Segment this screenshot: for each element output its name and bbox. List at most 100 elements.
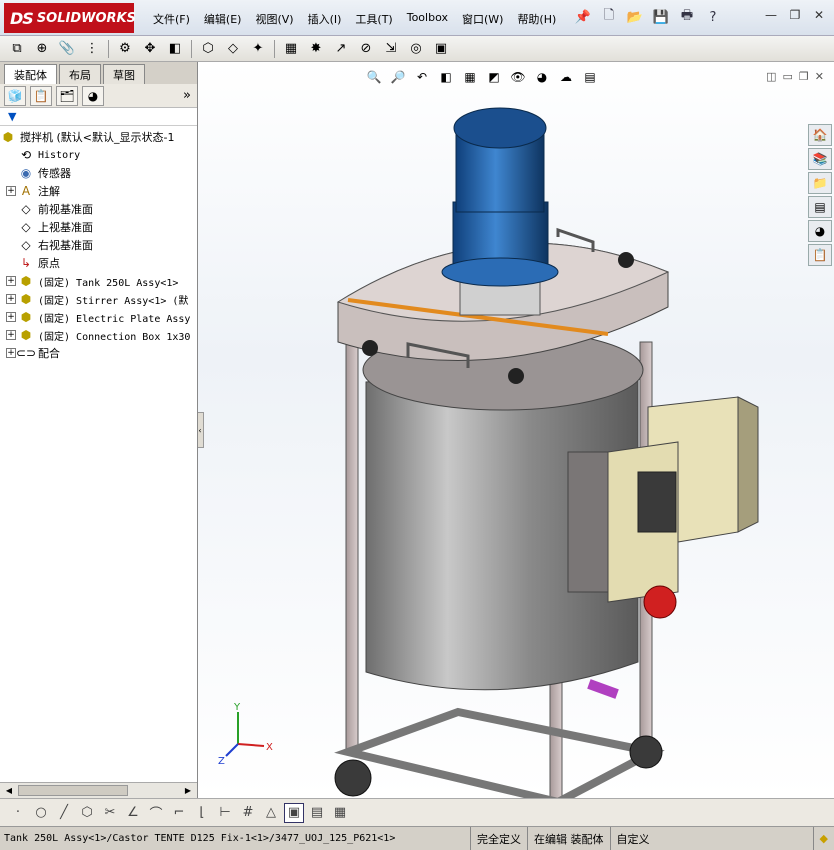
assembly-features-icon[interactable]: ⬡ — [197, 39, 219, 59]
menu-edit[interactable]: 编辑(E) — [197, 9, 249, 29]
plane-icon: ◇ — [21, 238, 31, 252]
tree-item[interactable]: ◇ 上视基准面 — [0, 218, 197, 236]
print-icon[interactable]: 🖶 — [676, 6, 698, 28]
property-manager-icon[interactable]: 📋 — [30, 85, 52, 106]
scroll-left-icon[interactable]: ◀ — [2, 785, 16, 796]
mixer-3d-model[interactable]: Y X Z — [198, 62, 834, 798]
tree-root[interactable]: ⬢ 搅拌机 (默认<默认_显示状态-1 — [0, 128, 197, 146]
close-icon[interactable]: ✕ — [810, 6, 828, 24]
line-icon[interactable]: ╱ — [54, 803, 74, 823]
graphics-area[interactable]: ‹ 🔍 🔎 ↶ ◧ ▦ ◩ 👁 ◕ ☁ ▤ ◫ ▭ ❐ ✕ 🏠 📚 📁 ▤ ◕ … — [198, 62, 834, 798]
new-document-icon[interactable]: 🗋 — [598, 6, 620, 28]
tree-item[interactable]: ◉ 传感器 — [0, 164, 197, 182]
solidworks-logo[interactable]: DS SOLIDWORKS — [4, 3, 136, 33]
tree-item-label: 右视基准面 — [38, 239, 93, 252]
tree-item[interactable]: + ⊂⊃ 配合 — [0, 344, 197, 362]
expand-toggle-icon[interactable]: + — [6, 330, 16, 340]
scroll-right-icon[interactable]: ▶ — [181, 785, 195, 796]
tab-sketch[interactable]: 草图 — [103, 64, 145, 84]
menu-file[interactable]: 文件(F) — [146, 9, 197, 29]
menu-help[interactable]: 帮助(H) — [510, 9, 563, 29]
chamfer-icon[interactable]: ⌐ — [169, 803, 189, 823]
menu-insert[interactable]: 插入(I) — [301, 9, 349, 29]
configuration-manager-icon[interactable]: 🗂 — [56, 85, 78, 106]
help-icon[interactable]: ? — [702, 6, 724, 28]
clearance-verification-icon[interactable]: ⇲ — [380, 39, 402, 59]
menu-toolbox[interactable]: Toolbox — [400, 9, 455, 29]
tree-item[interactable]: ◇ 右视基准面 — [0, 236, 197, 254]
trim-icon[interactable]: ✂ — [100, 803, 120, 823]
menu-window[interactable]: 窗口(W) — [455, 9, 510, 29]
mate-icon[interactable]: 📎 — [56, 39, 78, 59]
expand-toggle-icon[interactable]: + — [6, 348, 16, 358]
filter-icon[interactable]: ▼ — [8, 110, 16, 123]
grid-icon[interactable]: # — [238, 803, 258, 823]
main-switch[interactable] — [643, 585, 677, 619]
tree-item[interactable]: + ⬢ (固定) Stirrer Assy<1> (默 — [0, 290, 197, 308]
explode-line-sketch-icon[interactable]: ↗ — [330, 39, 352, 59]
smart-fasteners-icon[interactable]: ⚙ — [114, 39, 136, 59]
reference-geometry-icon[interactable]: ◇ — [222, 39, 244, 59]
interference-detection-icon[interactable]: ⊘ — [355, 39, 377, 59]
instant3d-icon[interactable]: ▣ — [430, 39, 452, 59]
hole-alignment-icon[interactable]: ◎ — [405, 39, 427, 59]
feature-manager-icon[interactable]: 🧊 — [4, 85, 26, 106]
shaded-view-icon[interactable]: ▣ — [284, 802, 304, 823]
linear-pattern-icon[interactable]: ⋮ — [81, 39, 103, 59]
tree-item[interactable]: + ⬢ (固定) Electric Plate Assy — [0, 308, 197, 326]
tree-item[interactable]: + ⬢ (固定) Connection Box 1x30 — [0, 326, 197, 344]
view-layout-icon[interactable]: ▤ — [307, 803, 327, 823]
expand-arrow-icon[interactable]: » — [183, 88, 191, 103]
pin-icon[interactable]: 📌 — [572, 6, 594, 28]
circle-icon[interactable]: ○ — [31, 803, 51, 823]
status-bar: Tank 250L Assy<1>/Castor TENTE D125 Fix-… — [0, 826, 834, 850]
tree-item[interactable]: + ⬢ (固定) Tank 250L Assy<1> — [0, 272, 197, 290]
tree-item-label: (固定) Tank 250L Assy<1> — [38, 277, 179, 289]
expand-toggle-icon[interactable]: + — [6, 312, 16, 322]
expand-toggle-icon[interactable]: + — [6, 294, 16, 304]
tree-item[interactable]: ◇ 前视基准面 — [0, 200, 197, 218]
fillet-icon[interactable]: ⌒ — [146, 803, 166, 823]
rebuild-icon[interactable]: ◆ — [812, 827, 834, 850]
tab-layout[interactable]: 布局 — [59, 64, 101, 84]
status-editing: 在编辑 装配体 — [527, 827, 610, 850]
command-toolbar: ⧉ ⊕ 📎 ⋮ ⚙ ✥ ◧ ⬡ ◇ ✦ ▦ ✸ ↗ ⊘ ⇲ ◎ ▣ — [0, 36, 834, 62]
tab-assembly[interactable]: 装配体 — [4, 64, 57, 84]
corner-icon[interactable]: ⌊ — [192, 803, 212, 823]
menu-tools[interactable]: 工具(T) — [348, 9, 399, 29]
panel-tabs: 装配体 布局 草图 — [0, 62, 197, 84]
restore-icon[interactable]: ❐ — [786, 6, 804, 24]
open-folder-icon[interactable]: 📂 — [624, 6, 646, 28]
tree-item[interactable]: + A 注解 — [0, 182, 197, 200]
new-motion-study-icon[interactable]: ✦ — [247, 39, 269, 59]
expand-toggle-icon[interactable]: + — [6, 276, 16, 286]
exploded-view-icon[interactable]: ✸ — [305, 39, 327, 59]
display-manager-icon[interactable]: ◕ — [82, 85, 104, 106]
menu-view[interactable]: 视图(V) — [248, 9, 300, 29]
status-custom-units[interactable]: 自定义 — [609, 827, 656, 850]
move-component-icon[interactable]: ✥ — [139, 39, 161, 59]
bill-of-materials-icon[interactable]: ▦ — [280, 39, 302, 59]
assembly-icon: ⬢ — [20, 310, 32, 324]
feature-manager-panel: 装配体 布局 草图 🧊 📋 🗂 ◕ » ▼ ⬢ 搅拌机 (默认<默认_显示状态-… — [0, 62, 198, 798]
edit-component-icon[interactable]: ⧉ — [6, 39, 28, 59]
expand-toggle-icon[interactable]: + — [6, 186, 16, 196]
tree-filter[interactable]: ▼ — [0, 108, 197, 126]
scrollbar-thumb[interactable] — [18, 785, 128, 796]
save-icon[interactable]: 💾 — [650, 6, 672, 28]
tree-item[interactable]: ↳ 原点 — [0, 254, 197, 272]
sketch-angle-icon[interactable]: △ — [261, 803, 281, 823]
tree-item[interactable]: ⟲ History — [0, 146, 197, 164]
angle-icon[interactable]: ∠ — [123, 803, 143, 823]
horizontal-scrollbar[interactable]: ◀ ▶ — [0, 782, 197, 798]
toolbar-separator — [274, 39, 275, 58]
purple-bracket — [587, 679, 619, 699]
show-hidden-icon[interactable]: ◧ — [164, 39, 186, 59]
minimize-icon[interactable]: — — [762, 6, 780, 24]
insert-components-icon[interactable]: ⊕ — [31, 39, 53, 59]
expand-toggle-icon — [6, 222, 16, 232]
polygon-icon[interactable]: ⬡ — [77, 803, 97, 823]
point-icon[interactable]: · — [8, 803, 28, 823]
dimension-icon[interactable]: ⊢ — [215, 803, 235, 823]
table-icon[interactable]: ▦ — [330, 803, 350, 823]
